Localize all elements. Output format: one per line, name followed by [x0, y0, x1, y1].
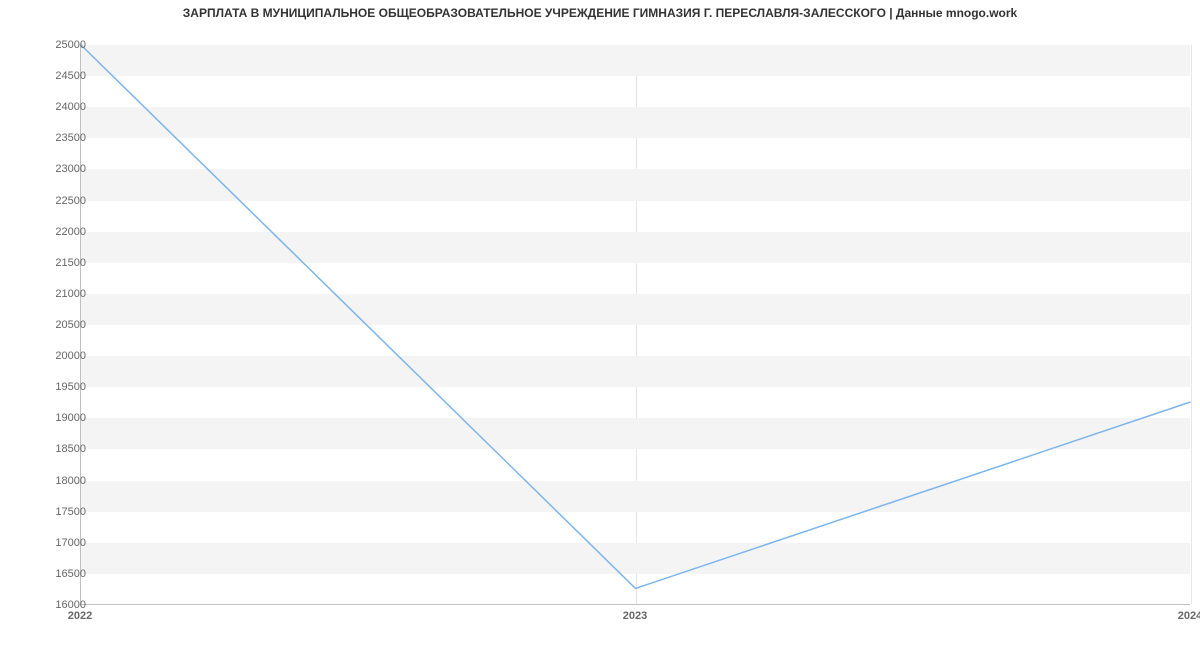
y-tick-label: 20000	[36, 350, 86, 362]
y-tick-label: 21500	[36, 257, 86, 269]
y-tick-label: 21000	[36, 288, 86, 300]
series-path	[81, 45, 1190, 588]
x-gridline	[1191, 45, 1192, 604]
y-tick-label: 19500	[36, 381, 86, 393]
salary-line-chart: ЗАРПЛАТА В МУНИЦИПАЛЬНОЕ ОБЩЕОБРАЗОВАТЕЛ…	[0, 0, 1200, 650]
y-tick-label: 17000	[36, 537, 86, 549]
y-tick-label: 17500	[36, 506, 86, 518]
y-tick-label: 24500	[36, 70, 86, 82]
y-tick-label: 18000	[36, 475, 86, 487]
x-tick-label: 2023	[623, 610, 647, 622]
line-series	[81, 45, 1190, 604]
y-tick-label: 23500	[36, 132, 86, 144]
chart-title: ЗАРПЛАТА В МУНИЦИПАЛЬНОЕ ОБЩЕОБРАЗОВАТЕЛ…	[0, 6, 1200, 20]
y-tick-label: 22000	[36, 226, 86, 238]
y-tick-label: 25000	[36, 39, 86, 51]
y-tick-label: 16500	[36, 568, 86, 580]
y-tick-label: 19000	[36, 412, 86, 424]
y-tick-label: 20500	[36, 319, 86, 331]
x-tick-label: 2024	[1178, 610, 1200, 622]
y-tick-label: 23000	[36, 163, 86, 175]
y-tick-label: 22500	[36, 195, 86, 207]
y-tick-label: 24000	[36, 101, 86, 113]
plot-area	[80, 45, 1190, 605]
y-tick-label: 18500	[36, 443, 86, 455]
x-tick-label: 2022	[68, 610, 92, 622]
